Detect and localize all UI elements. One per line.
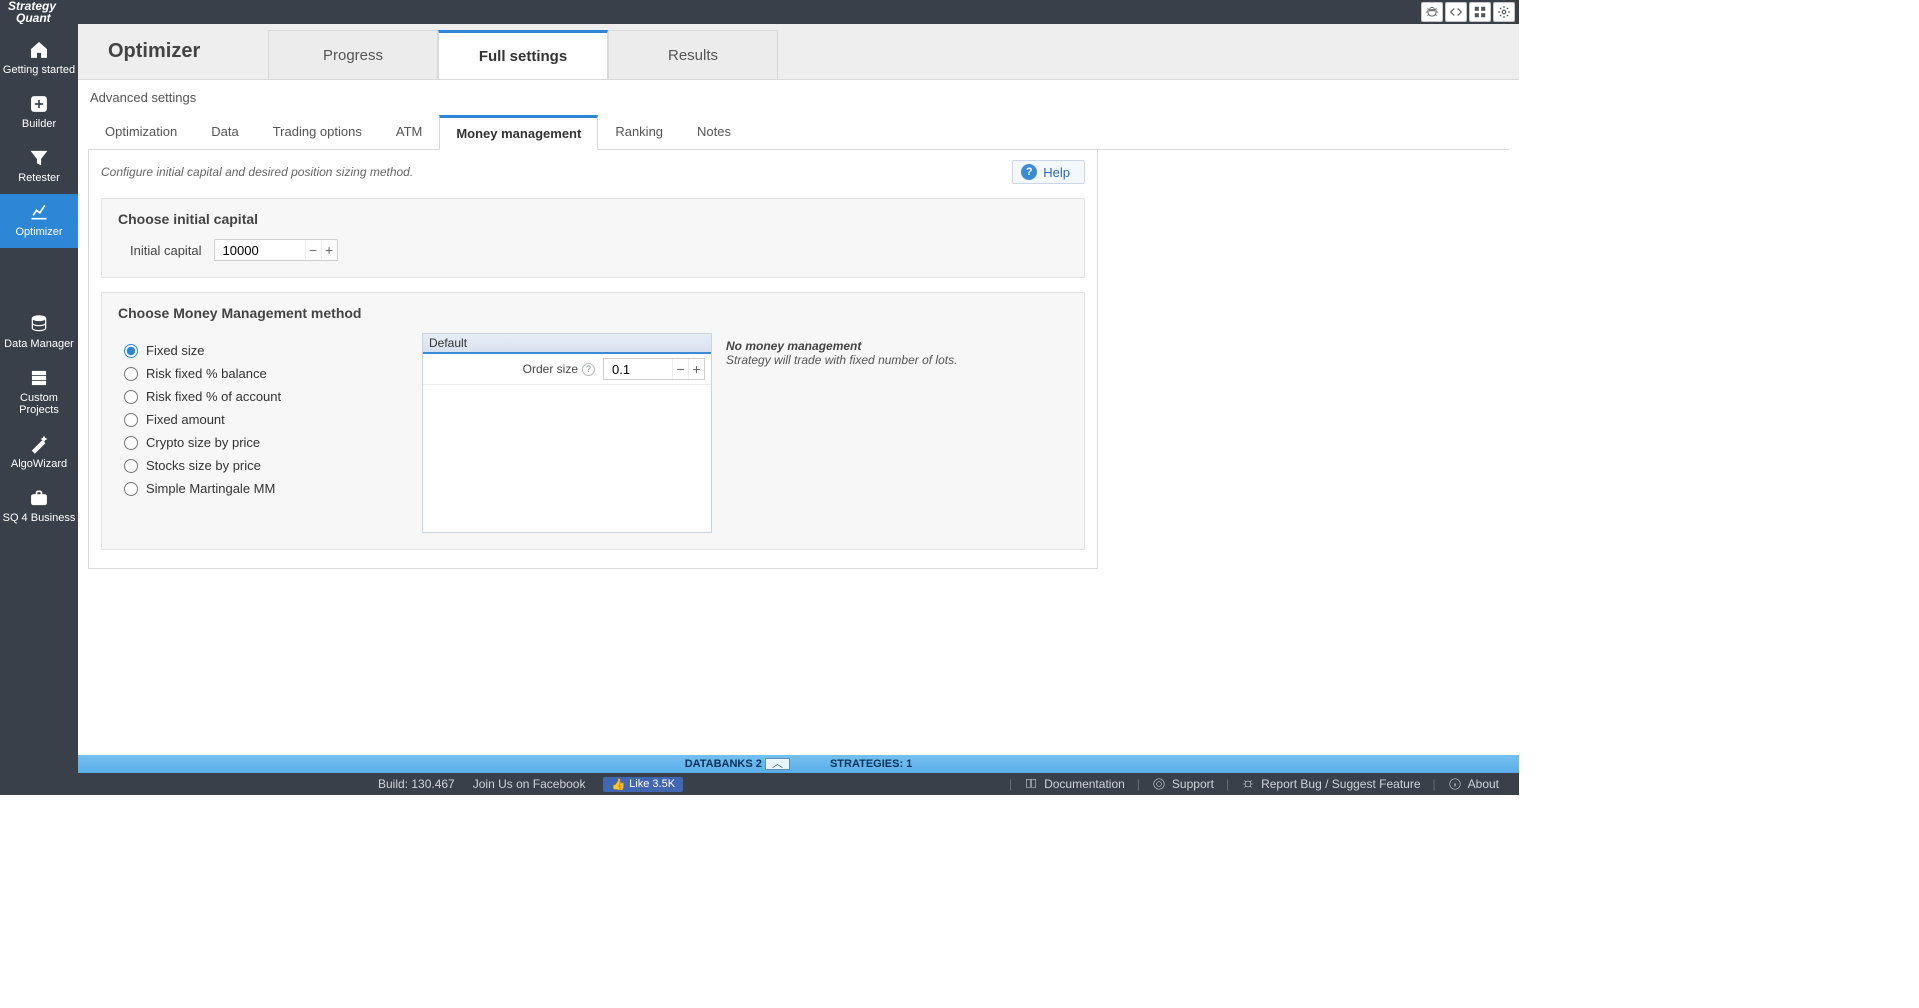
topbar-grid-button[interactable] [1469, 2, 1491, 22]
briefcase-icon [28, 488, 50, 508]
database-icon [28, 314, 50, 334]
footer-documentation[interactable]: Documentation [1024, 777, 1125, 791]
footer-report-bug[interactable]: Report Bug / Suggest Feature [1241, 777, 1420, 791]
panel-title: Choose Money Management method [118, 305, 1068, 321]
help-button[interactable]: ? Help [1012, 160, 1085, 184]
mm-description: No money management Strategy will trade … [726, 333, 1068, 367]
wand-icon [28, 434, 50, 454]
sidebar-item-getting-started[interactable]: Getting started [0, 32, 78, 86]
stack-icon [28, 368, 50, 388]
info-icon[interactable]: ? [582, 363, 595, 376]
help-icon: ? [1021, 164, 1037, 180]
sidebar-item-label: Builder [22, 118, 56, 130]
mm-desc-title: No money management [726, 339, 1068, 353]
plus-box-icon [28, 94, 50, 114]
mm-option-fixed-size[interactable]: Fixed size [118, 339, 408, 362]
funnel-icon [28, 148, 50, 168]
main-tab-progress[interactable]: Progress [268, 30, 438, 79]
initial-capital-spinner: − + [214, 239, 338, 261]
sidebar: Getting started Builder Retester Optimiz… [0, 24, 78, 795]
order-size-spinner: − + [603, 358, 705, 380]
sidebar-item-algowizard[interactable]: AlgoWizard [0, 426, 78, 480]
mm-desc-sub: Strategy will trade with fixed number of… [726, 353, 1068, 367]
grid-header: Default [423, 334, 711, 354]
increment-button[interactable]: + [688, 359, 704, 379]
home-icon [28, 40, 50, 60]
sidebar-item-label: Getting started [3, 64, 75, 76]
mm-parameter-grid: Default Order size ? − + [422, 333, 712, 533]
main-tab-results[interactable]: Results [608, 30, 778, 79]
tab-description: Configure initial capital and desired po… [101, 165, 1012, 179]
sub-tab-money-management[interactable]: Money management [439, 115, 598, 150]
mm-option-risk-balance[interactable]: Risk fixed % balance [118, 362, 408, 385]
sub-tab-optimization[interactable]: Optimization [88, 115, 194, 149]
chevron-up-icon: ︿ [765, 758, 790, 770]
footer-support[interactable]: Support [1152, 777, 1214, 791]
topbar-code-button[interactable] [1445, 2, 1467, 22]
sidebar-item-retester[interactable]: Retester [0, 140, 78, 194]
brand-logo: Strategy Quant [4, 0, 60, 26]
status-strip[interactable]: DATABANKS 2 ︿ STRATEGIES: 1 [78, 755, 1519, 773]
decrement-button[interactable]: − [305, 240, 321, 260]
sidebar-item-optimizer[interactable]: Optimizer [0, 194, 78, 248]
mm-option-stocks[interactable]: Stocks size by price [118, 454, 408, 477]
sub-tab-ranking[interactable]: Ranking [598, 115, 680, 149]
lifebuoy-icon [1152, 777, 1166, 791]
topbar-gear-button[interactable] [1493, 2, 1515, 22]
facebook-like-button[interactable]: 👍 Like 3.5K [603, 777, 683, 792]
mm-option-risk-account[interactable]: Risk fixed % of account [118, 385, 408, 408]
mm-option-martingale[interactable]: Simple Martingale MM [118, 477, 408, 500]
bug-icon [1241, 777, 1255, 791]
mm-option-fixed-amount[interactable]: Fixed amount [118, 408, 408, 431]
grid-row-label: Order size [523, 362, 578, 376]
status-strategies: STRATEGIES: 1 [830, 758, 912, 770]
footer: Build: 130.467 Join Us on Facebook 👍 Lik… [78, 773, 1519, 795]
sub-tab-notes[interactable]: Notes [680, 115, 748, 149]
build-label: Build: 130.467 [378, 777, 455, 791]
sidebar-item-label: AlgoWizard [11, 458, 67, 470]
sub-tab-trading-options[interactable]: Trading options [256, 115, 379, 149]
thumb-up-icon: 👍 [611, 778, 625, 791]
page-title: Optimizer [78, 24, 268, 79]
join-facebook-link[interactable]: Join Us on Facebook [473, 777, 586, 791]
breadcrumb: Advanced settings [78, 86, 1519, 115]
topbar: Strategy Quant [0, 0, 1519, 24]
panel-initial-capital: Choose initial capital Initial capital −… [101, 198, 1085, 278]
mm-option-crypto[interactable]: Crypto size by price [118, 431, 408, 454]
topbar-bug-button[interactable] [1421, 2, 1443, 22]
linechart-icon [28, 202, 50, 222]
status-databanks: DATABANKS 2 ︿ [685, 758, 790, 770]
sidebar-item-label: Data Manager [4, 338, 74, 350]
increment-button[interactable]: + [321, 240, 337, 260]
sub-tab-atm[interactable]: ATM [379, 115, 439, 149]
order-size-input[interactable] [604, 360, 672, 379]
sidebar-item-custom-projects[interactable]: Custom Projects [0, 360, 78, 426]
panel-title: Choose initial capital [118, 211, 1068, 227]
initial-capital-input[interactable] [215, 241, 305, 260]
sub-tab-data[interactable]: Data [194, 115, 255, 149]
header-row: Optimizer Progress Full settings Results [78, 24, 1519, 80]
sidebar-item-label: Retester [18, 172, 60, 184]
info-icon [1448, 777, 1462, 791]
mm-options: Fixed size Risk fixed % balance Risk fix… [118, 333, 408, 500]
sidebar-item-sq4business[interactable]: SQ 4 Business [0, 480, 78, 534]
footer-about[interactable]: About [1448, 777, 1499, 791]
book-icon [1024, 777, 1038, 791]
sidebar-item-data-manager[interactable]: Data Manager [0, 306, 78, 360]
decrement-button[interactable]: − [672, 359, 688, 379]
initial-capital-label: Initial capital [130, 243, 202, 258]
main-tab-full-settings[interactable]: Full settings [438, 30, 608, 79]
sidebar-item-label: Custom Projects [19, 392, 59, 416]
sidebar-item-label: SQ 4 Business [3, 512, 76, 524]
sub-tabs: Optimization Data Trading options ATM Mo… [88, 115, 1509, 150]
sidebar-item-builder[interactable]: Builder [0, 86, 78, 140]
sidebar-item-label: Optimizer [15, 226, 62, 238]
grid-row-order-size: Order size ? − + [423, 354, 711, 385]
panel-money-management: Choose Money Management method Fixed siz… [101, 292, 1085, 550]
